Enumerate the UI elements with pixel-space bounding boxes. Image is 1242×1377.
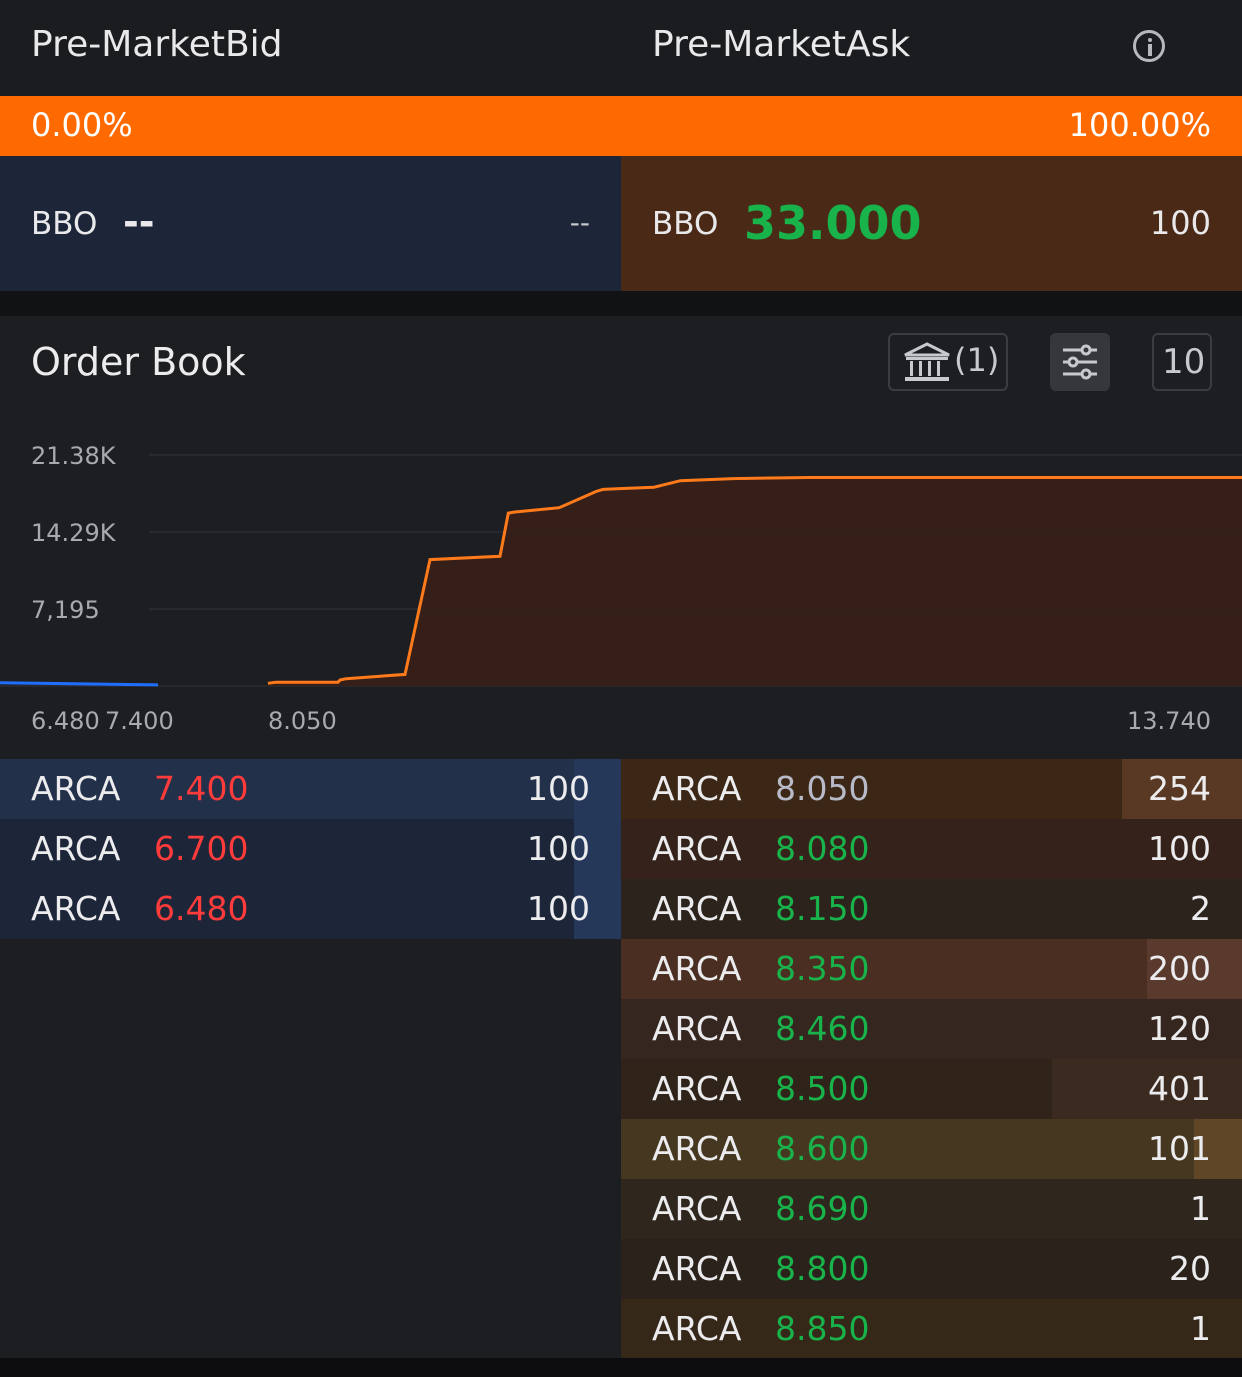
exchange-label: ARCA <box>652 949 742 988</box>
size-label: 101 <box>1148 1129 1211 1168</box>
bbo-ask-size: 100 <box>1149 204 1211 242</box>
price-label: 8.500 <box>775 1069 870 1108</box>
ask-row[interactable]: ARCA 8.050 254 <box>621 759 1242 819</box>
size-label: 254 <box>1148 769 1211 808</box>
x-tick-label: 6.480 <box>31 707 100 735</box>
size-label: 100 <box>527 769 590 808</box>
bid-row[interactable]: ARCA 6.480 100 <box>0 879 621 939</box>
ask-row[interactable]: ARCA 8.150 2 <box>621 879 1242 939</box>
exchange-label: ARCA <box>652 889 742 928</box>
depth-selector-button[interactable]: 10 <box>1152 333 1212 391</box>
ask-row[interactable]: ARCA 8.460 120 <box>621 999 1242 1059</box>
order-book-screen: Pre-MarketBid Pre-MarketAsk 0.00% 100.00… <box>0 0 1242 1377</box>
price-label: 8.800 <box>775 1249 870 1288</box>
price-label: 8.050 <box>775 769 870 808</box>
exchange-label: ARCA <box>31 769 121 808</box>
price-label: 8.850 <box>775 1309 870 1348</box>
price-label: 8.600 <box>775 1129 870 1168</box>
price-label: 8.690 <box>775 1189 870 1228</box>
exchange-label: ARCA <box>31 829 121 868</box>
price-label: 7.400 <box>154 769 249 808</box>
ask-size-bar <box>1052 1059 1242 1119</box>
pre-market-ask-title: Pre-MarketAsk <box>652 24 911 65</box>
bbo-bid-panel: BBO -- -- <box>0 156 621 291</box>
bid-ask-ratio-bar: 0.00% 100.00% <box>0 96 1242 156</box>
size-label: 2 <box>1190 889 1211 928</box>
size-label: 100 <box>527 889 590 928</box>
bottom-edge <box>0 1358 1242 1377</box>
x-tick-label: 13.740 <box>1127 707 1211 735</box>
x-tick-label: 8.050 <box>268 707 337 735</box>
exchange-label: ARCA <box>652 1009 742 1048</box>
ask-row[interactable]: ARCA 8.500 401 <box>621 1059 1242 1119</box>
size-label: 1 <box>1190 1189 1211 1228</box>
section-divider <box>0 291 1242 316</box>
size-label: 100 <box>527 829 590 868</box>
size-label: 200 <box>1148 949 1211 988</box>
ask-row[interactable]: ARCA 8.080 100 <box>621 819 1242 879</box>
bbo-bid-size: -- <box>569 206 590 239</box>
order-book-title: Order Book <box>31 340 246 384</box>
bbo-ask-label: BBO <box>652 206 719 242</box>
bid-row[interactable]: ARCA 7.400 100 <box>0 759 621 819</box>
bbo-ask-panel: BBO 33.000 100 <box>621 156 1242 291</box>
bbo-ask-price: 33.000 <box>744 196 922 250</box>
exchange-label: ARCA <box>652 1249 742 1288</box>
depth-value: 10 <box>1162 342 1206 382</box>
bbo-bid-price: -- <box>123 200 155 244</box>
ask-row[interactable]: ARCA 8.690 1 <box>621 1179 1242 1239</box>
exchange-label: ARCA <box>652 1309 742 1348</box>
exchange-label: ARCA <box>652 769 742 808</box>
exchange-filter-count: (1) <box>954 341 1000 379</box>
price-label: 8.150 <box>775 889 870 928</box>
price-label: 8.350 <box>775 949 870 988</box>
bid-row[interactable]: ARCA 6.700 100 <box>0 819 621 879</box>
size-label: 100 <box>1148 829 1211 868</box>
exchange-label: ARCA <box>652 829 742 868</box>
settings-sliders-button[interactable] <box>1050 333 1110 391</box>
bid-depth-line <box>0 681 159 687</box>
exchange-label: ARCA <box>652 1129 742 1168</box>
ask-row[interactable]: ARCA 8.850 1 <box>621 1299 1242 1359</box>
sliders-icon <box>1063 344 1097 380</box>
price-label: 6.700 <box>154 829 249 868</box>
info-icon[interactable] <box>1133 30 1165 62</box>
ask-row[interactable]: ARCA 8.350 200 <box>621 939 1242 999</box>
pre-market-header: Pre-MarketBid Pre-MarketAsk <box>0 0 1242 96</box>
bid-percent: 0.00% <box>31 106 133 144</box>
size-label: 401 <box>1148 1069 1211 1108</box>
exchange-label: ARCA <box>31 889 121 928</box>
exchange-label: ARCA <box>652 1069 742 1108</box>
bank-icon <box>904 342 950 381</box>
ask-depth-area <box>268 477 1242 686</box>
size-label: 1 <box>1190 1309 1211 1348</box>
bbo-bid-label: BBO <box>31 206 98 242</box>
size-label: 20 <box>1169 1249 1211 1288</box>
price-label: 8.080 <box>775 829 870 868</box>
pre-market-bid-title: Pre-MarketBid <box>31 24 283 65</box>
x-tick-label: 7.400 <box>105 707 174 735</box>
ask-row[interactable]: ARCA 8.600 101 <box>621 1119 1242 1179</box>
price-label: 6.480 <box>154 889 249 928</box>
depth-chart <box>0 454 1242 687</box>
ask-percent: 100.00% <box>1068 106 1211 144</box>
exchange-filter-button[interactable]: (1) <box>888 333 1008 391</box>
price-label: 8.460 <box>775 1009 870 1048</box>
exchange-label: ARCA <box>652 1189 742 1228</box>
ask-row[interactable]: ARCA 8.800 20 <box>621 1239 1242 1299</box>
size-label: 120 <box>1148 1009 1211 1048</box>
